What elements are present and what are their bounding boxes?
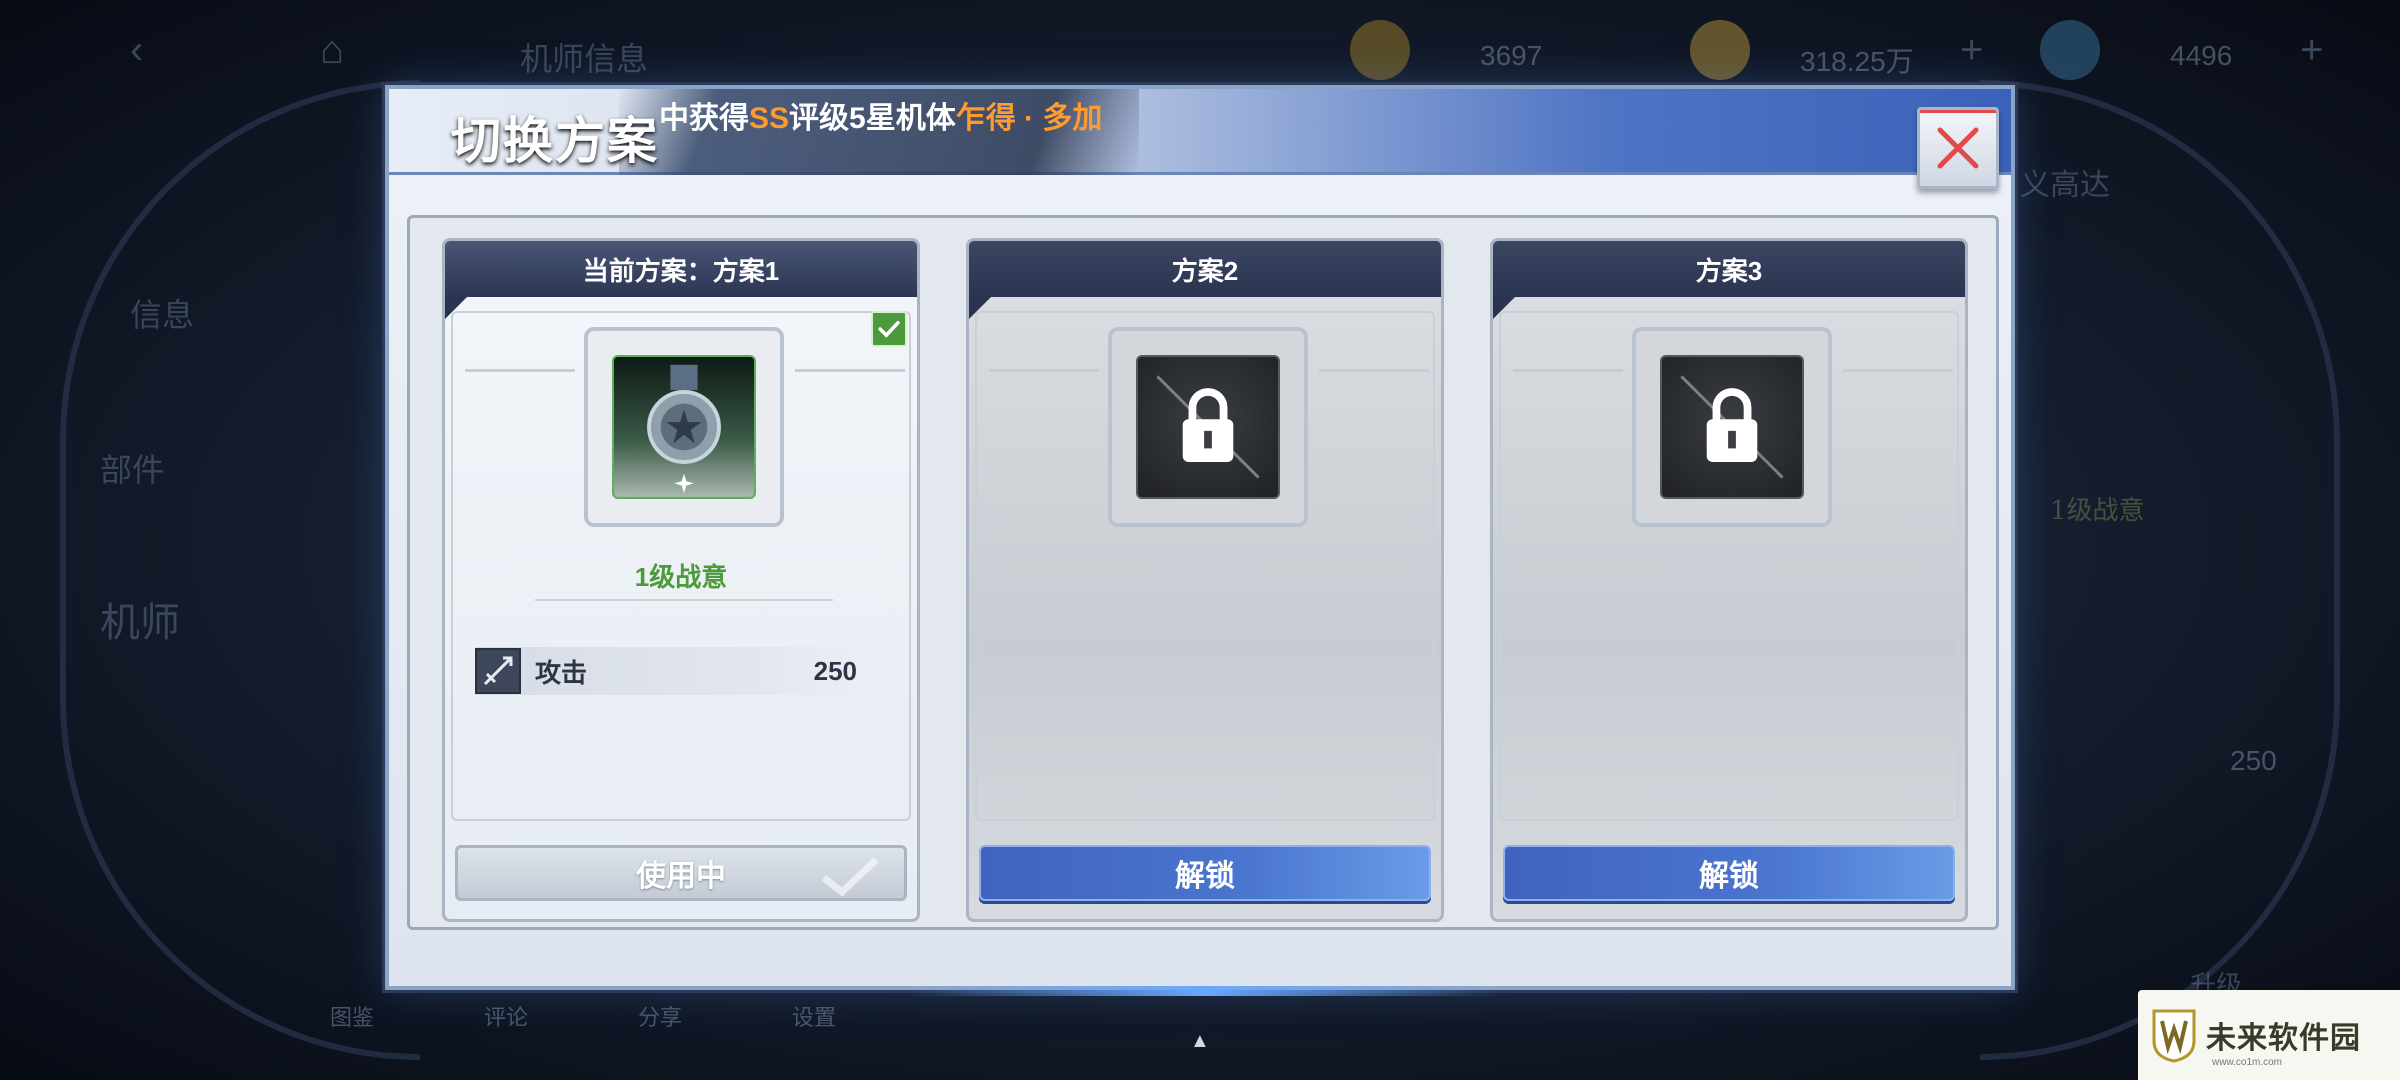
deco-line [1513,369,1623,372]
coin-currency-icon [1690,20,1750,80]
plan-slot-frame [1632,327,1832,527]
plan-card-header: 当前方案：方案1 [445,241,917,297]
switch-plan-dialog: 切换方案 中获得SS评级5星机体乍得 · 多加 当前方案：方案1 1级战意 攻击… [385,85,2015,996]
deco-line [989,601,1429,604]
card-corner-decoration [1493,297,1515,319]
add-currency-icon[interactable]: + [1960,28,1983,73]
watermark-text: 未来软件园 [2206,1022,2361,1055]
currency-value-2: 318.25万 [1800,46,1914,77]
medal-icon[interactable] [612,355,756,499]
plan-level-text: 1级战意 [634,562,728,592]
bottom-tab-share[interactable]: 分享 [638,1000,682,1070]
background-page-title: 机师信息 [520,40,649,78]
in-use-check-icon [821,857,879,897]
stat-name: 攻击 [535,657,588,688]
currency-value-3: 4496 [2170,40,2233,71]
close-button[interactable] [1917,107,1999,189]
deco-line [465,369,575,372]
side-tab-parts[interactable]: 部件 [100,445,164,491]
dialog-header: 切换方案 中获得SS评级5星机体乍得 · 多加 [389,89,2011,175]
background-value: 250 [2230,745,2277,776]
deco-line [1319,369,1429,372]
watermark: 未来软件园 www.co1m.com [2138,990,2400,1080]
plan-card-header: 方案3 [1493,241,1965,297]
marquee-middle: 评级5星机体 [789,102,956,135]
plan-card-2[interactable]: 方案2 解锁 [966,238,1444,922]
watermark-url: www.co1m.com [2212,1057,2283,1068]
lock-icon [1660,355,1804,499]
selected-check-icon [871,311,907,347]
add-gem-icon[interactable]: + [2300,28,2323,73]
currency-value-1: 3697 [1480,40,1543,71]
caret-up-icon[interactable]: ▲ [1190,1030,1210,1053]
attack-sword-icon [475,648,521,694]
marquee-unit-name: 乍得 · 多加 [955,102,1103,135]
dialog-title: 切换方案 [451,111,659,170]
gold-currency-icon [1350,20,1410,80]
marquee-prefix: 中获得 [659,102,749,135]
separator [535,599,833,601]
side-tab-info[interactable]: 信息 [130,290,194,336]
lock-icon [1136,355,1280,499]
close-icon [1937,127,1979,169]
background-unit-name: 义高达 [2020,168,2110,203]
gem-currency-icon [2040,20,2100,80]
plans-container: 当前方案：方案1 1级战意 攻击 250 使用中 方案2 解锁 方案3 解锁 [407,215,1999,930]
watermark-logo-icon [2152,1009,2196,1063]
deco-line [795,369,905,372]
card-corner-decoration [445,297,467,319]
deco-line [989,369,1099,372]
stat-value: 250 [813,655,857,686]
unlock-button[interactable]: 解锁 [979,845,1431,901]
plan-card-1[interactable]: 当前方案：方案1 1级战意 攻击 250 使用中 [442,238,920,922]
unlock-button[interactable]: 解锁 [1503,845,1955,901]
plan-card-3[interactable]: 方案3 解锁 [1490,238,1968,922]
bottom-tab-comment[interactable]: 评论 [484,1000,528,1070]
back-arrow-icon[interactable]: ‹ [130,28,143,73]
home-icon[interactable]: ⌂ [320,28,344,73]
marquee-grade: SS [749,102,790,135]
plan-slot-frame [1108,327,1308,527]
card-corner-decoration [969,297,991,319]
plan-slot-frame [584,327,784,527]
dialog-bottom-glow [909,986,1499,996]
in-use-button[interactable]: 使用中 [455,845,907,901]
plan-card-header: 方案2 [969,241,1441,297]
deco-line [1513,601,1953,604]
in-use-label: 使用中 [636,859,726,894]
side-tab-pilot[interactable]: 机师 [100,590,180,648]
background-bottom-tabs: 图鉴 评论 分享 设置 [330,1000,1030,1070]
announcement-marquee: 中获得SS评级5星机体乍得 · 多加 [659,93,1102,137]
bottom-tab-settings[interactable]: 设置 [792,1000,836,1070]
stat-row-attack: 攻击 250 [475,647,875,695]
background-level-text: 1级战意 [2050,496,2145,526]
bottom-tab-gallery[interactable]: 图鉴 [330,1000,374,1070]
deco-line [1843,369,1953,372]
